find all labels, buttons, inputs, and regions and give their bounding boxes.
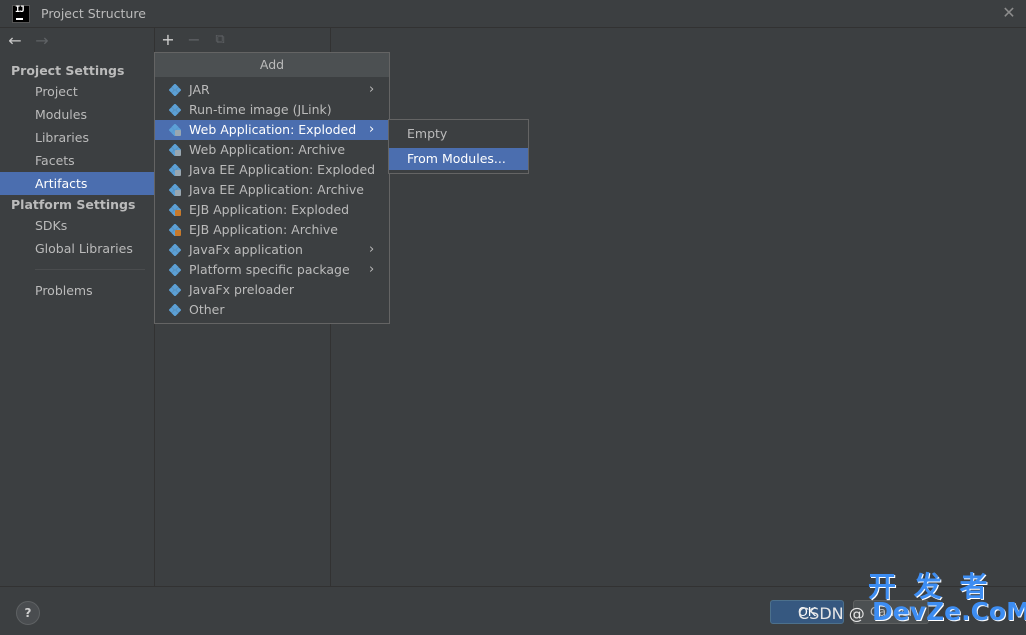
title-bar: IJ Project Structure ✕ <box>0 0 1026 28</box>
web-artifact-icon <box>169 124 181 136</box>
menu-item-label: Run-time image (JLink) <box>189 102 332 117</box>
javaee-artifact-icon <box>169 184 181 196</box>
copy-icon[interactable]: ⧉ <box>212 32 228 48</box>
sidebar-item-problems[interactable]: Problems <box>0 279 154 302</box>
menu-item-label: EJB Application: Archive <box>189 222 338 237</box>
sidebar-item-modules[interactable]: Modules <box>0 103 154 126</box>
sidebar-divider <box>35 269 145 270</box>
menu-item-label: Java EE Application: Exploded <box>189 162 376 177</box>
menu-item-java-ee-application-archive[interactable]: Java EE Application: Archive <box>155 180 389 200</box>
menu-item-jar[interactable]: JAR › <box>155 80 389 100</box>
menu-item-javafx-application[interactable]: JavaFx application › <box>155 240 389 260</box>
menu-item-platform-specific-package[interactable]: Platform specific package › <box>155 260 389 280</box>
window-title: Project Structure <box>41 6 146 21</box>
ejb-artifact-icon <box>169 204 181 216</box>
chevron-right-icon: › <box>369 242 375 257</box>
back-arrow-icon[interactable]: ← <box>6 31 24 51</box>
popup-title: Add <box>155 53 389 77</box>
artifact-icon <box>169 104 181 116</box>
menu-item-run-time-image-jlink[interactable]: Run-time image (JLink) <box>155 100 389 120</box>
sidebar-item-global-libraries[interactable]: Global Libraries <box>0 237 154 260</box>
web-artifact-icon <box>169 144 181 156</box>
artifact-icon <box>169 244 181 256</box>
remove-icon[interactable]: − <box>186 32 202 48</box>
intellij-logo-icon: IJ <box>12 5 30 23</box>
sidebar-item-facets[interactable]: Facets <box>0 149 154 172</box>
menu-item-label: JAR <box>189 82 210 97</box>
menu-item-label: Web Application: Exploded <box>189 122 357 137</box>
menu-item-label: Platform specific package <box>189 262 350 277</box>
sidebar-item-libraries[interactable]: Libraries <box>0 126 154 149</box>
sidebar-item-artifacts[interactable]: Artifacts <box>0 172 154 195</box>
artifact-icon <box>169 304 181 316</box>
menu-item-ejb-application-archive[interactable]: EJB Application: Archive <box>155 220 389 240</box>
artifact-icon <box>169 264 181 276</box>
project-settings-header: Project Settings <box>11 63 125 78</box>
menu-item-label: Java EE Application: Archive <box>189 182 364 197</box>
menu-item-ejb-application-exploded[interactable]: EJB Application: Exploded <box>155 200 389 220</box>
submenu-item-empty[interactable]: Empty <box>389 123 528 145</box>
chevron-right-icon: › <box>369 122 375 137</box>
add-artifact-popup: Add JAR › Run-time image (JLink) Web Applic… <box>154 52 390 324</box>
forward-arrow-icon[interactable]: → <box>33 31 51 51</box>
platform-settings-header: Platform Settings <box>11 197 136 212</box>
web-exploded-submenu: Empty From Modules... <box>388 119 529 174</box>
menu-item-javafx-preloader[interactable]: JavaFx preloader <box>155 280 389 300</box>
detail-panel <box>331 28 1026 586</box>
sidebar: ← → Project Settings Project Modules Lib… <box>0 28 155 586</box>
chevron-right-icon: › <box>369 262 375 277</box>
menu-item-label: Other <box>189 302 225 317</box>
menu-item-label: EJB Application: Exploded <box>189 202 350 217</box>
menu-item-label: JavaFx preloader <box>189 282 294 297</box>
menu-item-java-ee-application-exploded[interactable]: Java EE Application: Exploded <box>155 160 389 180</box>
close-icon[interactable]: ✕ <box>999 3 1019 23</box>
artifact-icon <box>169 284 181 296</box>
menu-item-web-application-archive[interactable]: Web Application: Archive <box>155 140 389 160</box>
add-icon[interactable]: + <box>160 32 176 48</box>
watermark-en: DevZe.CoM <box>872 597 1026 626</box>
javaee-artifact-icon <box>169 164 181 176</box>
submenu-item-from-modules[interactable]: From Modules... <box>389 148 528 170</box>
ejb-artifact-icon <box>169 224 181 236</box>
chevron-right-icon: › <box>369 82 375 97</box>
artifact-icon <box>169 84 181 96</box>
menu-item-label: JavaFx application <box>189 242 303 257</box>
menu-item-web-application-exploded[interactable]: Web Application: Exploded › <box>155 120 389 140</box>
sidebar-item-project[interactable]: Project <box>0 80 154 103</box>
watermark-csdn: CSDN @ <box>798 604 865 623</box>
menu-item-other[interactable]: Other <box>155 300 389 320</box>
dialog-footer: ? OK Cancel CSDN @ 开 发 者 DevZe.CoM <box>0 570 1026 635</box>
help-button[interactable]: ? <box>16 601 40 625</box>
sidebar-item-sdks[interactable]: SDKs <box>0 214 154 237</box>
menu-item-label: Web Application: Archive <box>189 142 346 157</box>
